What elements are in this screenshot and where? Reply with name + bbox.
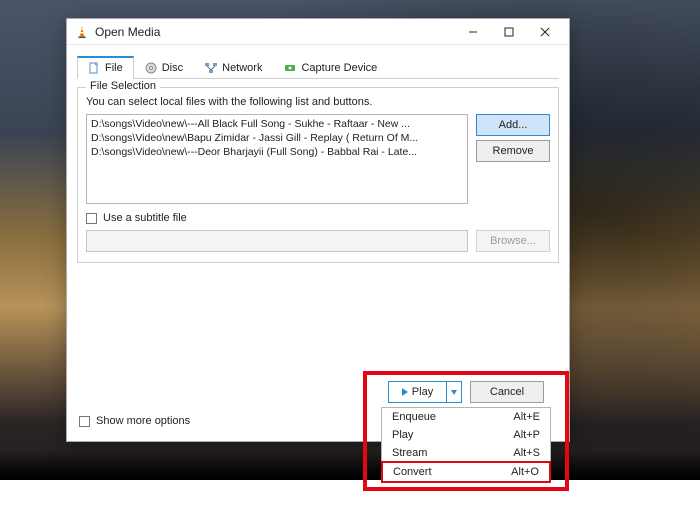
file-selection-legend: File Selection — [86, 80, 160, 92]
play-button[interactable]: Play — [388, 381, 446, 403]
tab-label: File — [105, 62, 123, 74]
button-label: Cancel — [490, 386, 524, 398]
list-item[interactable]: D:\songs\Video\new\Bapu Zimidar - Jassi … — [91, 131, 463, 145]
tab-capture-device[interactable]: Capture Device — [273, 56, 388, 79]
tab-network[interactable]: Network — [194, 56, 273, 79]
menu-item-play[interactable]: Play Alt+P — [382, 426, 550, 444]
show-more-options-checkbox[interactable] — [79, 416, 90, 427]
subtitle-path-input — [86, 230, 468, 252]
menu-shortcut: Alt+O — [511, 466, 539, 478]
add-button[interactable]: Add... — [476, 114, 550, 136]
desktop-background: Open Media File Disc — [0, 0, 700, 530]
tab-label: Disc — [162, 62, 183, 74]
menu-label: Stream — [392, 447, 427, 459]
play-dropdown-toggle[interactable] — [446, 381, 462, 403]
menu-item-enqueue[interactable]: Enqueue Alt+E — [382, 408, 550, 426]
close-button[interactable] — [527, 21, 563, 43]
cancel-button[interactable]: Cancel — [470, 381, 544, 403]
action-highlight-box: Play Cancel Enqueue Alt+E Play Alt+P — [363, 371, 569, 491]
menu-label: Play — [392, 429, 413, 441]
tab-file[interactable]: File — [77, 56, 134, 79]
tab-label: Capture Device — [301, 62, 377, 74]
menu-item-convert[interactable]: Convert Alt+O — [381, 461, 551, 483]
file-icon — [88, 62, 100, 74]
button-label: Play — [412, 386, 433, 398]
subtitle-checkbox[interactable] — [86, 213, 97, 224]
show-more-options-row[interactable]: Show more options — [79, 415, 190, 427]
window-title: Open Media — [95, 25, 455, 39]
network-icon — [205, 62, 217, 74]
menu-label: Convert — [393, 466, 432, 478]
menu-shortcut: Alt+S — [513, 447, 540, 459]
tab-label: Network — [222, 62, 262, 74]
tab-disc[interactable]: Disc — [134, 56, 194, 79]
remove-button[interactable]: Remove — [476, 140, 550, 162]
titlebar: Open Media — [67, 19, 569, 45]
button-label: Add... — [499, 119, 528, 131]
chevron-down-icon — [451, 390, 457, 395]
play-dropdown-menu: Enqueue Alt+E Play Alt+P Stream Alt+S Co… — [381, 407, 551, 483]
file-selection-hint: You can select local files with the foll… — [86, 96, 550, 108]
menu-shortcut: Alt+E — [513, 411, 540, 423]
menu-item-stream[interactable]: Stream Alt+S — [382, 444, 550, 462]
menu-shortcut: Alt+P — [513, 429, 540, 441]
list-item[interactable]: D:\songs\Video\new\---All Black Full Son… — [91, 117, 463, 131]
disc-icon — [145, 62, 157, 74]
maximize-button[interactable] — [491, 21, 527, 43]
menu-label: Enqueue — [392, 411, 436, 423]
play-split-button[interactable]: Play — [388, 381, 462, 403]
page-bottom-band — [0, 480, 700, 530]
subtitle-browse-button: Browse... — [476, 230, 550, 252]
button-label: Browse... — [490, 235, 536, 247]
tab-bar: File Disc Network Capture Device — [77, 55, 559, 79]
play-icon — [402, 388, 408, 396]
file-list[interactable]: D:\songs\Video\new\---All Black Full Son… — [86, 114, 468, 204]
show-more-options-label: Show more options — [96, 415, 190, 427]
subtitle-checkbox-label: Use a subtitle file — [103, 212, 187, 224]
minimize-button[interactable] — [455, 21, 491, 43]
file-selection-group: File Selection You can select local file… — [77, 87, 559, 263]
vlc-cone-icon — [75, 25, 89, 39]
list-item[interactable]: D:\songs\Video\new\---Deor Bharjayii (Fu… — [91, 145, 463, 159]
capture-icon — [284, 62, 296, 74]
open-media-dialog: Open Media File Disc — [66, 18, 570, 442]
button-label: Remove — [493, 145, 534, 157]
